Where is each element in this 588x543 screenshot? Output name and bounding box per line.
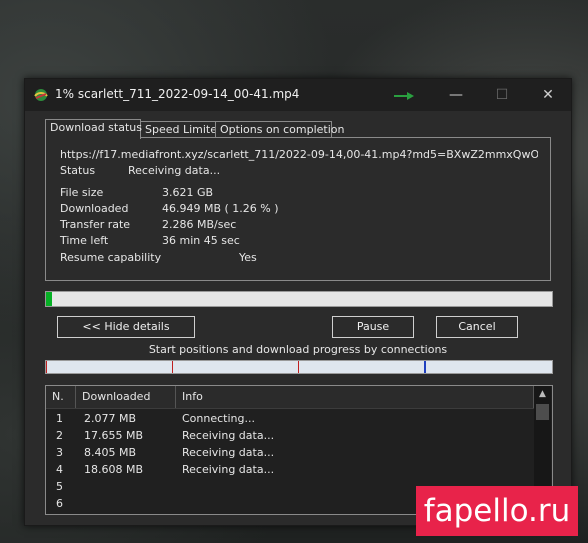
connection-marker xyxy=(424,361,426,373)
table-row[interactable]: 2 17.655 MB Receiving data... xyxy=(46,427,534,444)
download-url: https://f17.mediafront.xyz/scarlett_711/… xyxy=(60,148,538,161)
connection-marker xyxy=(46,361,47,373)
time-left-label: Time left xyxy=(60,234,109,247)
watermark: fapello.ru xyxy=(416,486,578,536)
table-row[interactable]: 1 2.077 MB Connecting... xyxy=(46,410,534,427)
pause-button[interactable]: Pause xyxy=(332,316,414,338)
file-size-label: File size xyxy=(60,186,104,199)
title-bar[interactable]: 1% scarlett_711_2022-09-14_00-41.mp4 — ☐… xyxy=(25,79,571,111)
cell-n: 3 xyxy=(56,446,63,459)
window-title: 1% scarlett_711_2022-09-14_00-41.mp4 xyxy=(55,87,300,101)
cell-info: Receiving data... xyxy=(182,429,275,442)
table-row[interactable]: 4 18.608 MB Receiving data... xyxy=(46,461,534,478)
resume-capability-label: Resume capability xyxy=(60,251,162,264)
cell-downloaded: 8.405 MB xyxy=(84,446,137,459)
idm-globe-icon xyxy=(34,89,48,101)
connection-marker xyxy=(298,361,299,373)
connections-progress-bar xyxy=(45,360,553,374)
cell-info: Receiving data... xyxy=(182,446,275,459)
connection-marker xyxy=(172,361,173,373)
cell-downloaded: 18.608 MB xyxy=(84,463,144,476)
status-value: Receiving data... xyxy=(128,164,221,177)
column-header-downloaded[interactable]: Downloaded xyxy=(76,386,176,408)
download-dialog: 1% scarlett_711_2022-09-14_00-41.mp4 — ☐… xyxy=(24,78,572,526)
table-header: N. Downloaded Info xyxy=(46,386,534,409)
close-button[interactable]: ✕ xyxy=(525,79,571,111)
connections-title: Start positions and download progress by… xyxy=(148,343,448,356)
scrollbar-thumb[interactable] xyxy=(536,404,549,420)
tab-speed-limiter[interactable]: Speed Limiter xyxy=(140,121,222,138)
hide-details-button[interactable]: << Hide details xyxy=(57,316,195,338)
minimize-button[interactable]: — xyxy=(433,79,479,111)
cell-n: 1 xyxy=(56,412,63,425)
file-size-value: 3.621 GB xyxy=(162,186,214,199)
cell-info: Receiving data... xyxy=(182,463,275,476)
cell-n: 5 xyxy=(56,480,63,493)
tab-options-on-completion[interactable]: Options on completion xyxy=(215,121,345,138)
download-progress-fill xyxy=(46,292,53,306)
maximize-button[interactable]: ☐ xyxy=(479,79,525,111)
cell-n: 6 xyxy=(56,497,63,510)
cell-downloaded: 2.077 MB xyxy=(84,412,137,425)
scroll-up-icon[interactable]: ▲ xyxy=(534,386,551,403)
download-progress-bar xyxy=(45,291,553,307)
arrow-icon xyxy=(394,92,414,100)
status-label: Status xyxy=(60,164,96,177)
transfer-rate-value: 2.286 MB/sec xyxy=(162,218,237,231)
column-header-n[interactable]: N. xyxy=(46,386,76,408)
cell-n: 4 xyxy=(56,463,63,476)
cell-downloaded: 17.655 MB xyxy=(84,429,144,442)
tab-download-status[interactable]: Download status xyxy=(45,119,142,139)
downloaded-label: Downloaded xyxy=(60,202,129,215)
column-header-info[interactable]: Info xyxy=(176,386,534,408)
download-status-panel: https://f17.mediafront.xyz/scarlett_711/… xyxy=(45,137,551,281)
cell-n: 2 xyxy=(56,429,63,442)
cancel-button[interactable]: Cancel xyxy=(436,316,518,338)
time-left-value: 36 min 45 sec xyxy=(162,234,240,247)
cell-info: Connecting... xyxy=(182,412,255,425)
transfer-rate-label: Transfer rate xyxy=(60,218,131,231)
resume-capability-value: Yes xyxy=(239,251,257,264)
table-row[interactable]: 3 8.405 MB Receiving data... xyxy=(46,444,534,461)
downloaded-value: 46.949 MB ( 1.26 % ) xyxy=(162,202,279,215)
